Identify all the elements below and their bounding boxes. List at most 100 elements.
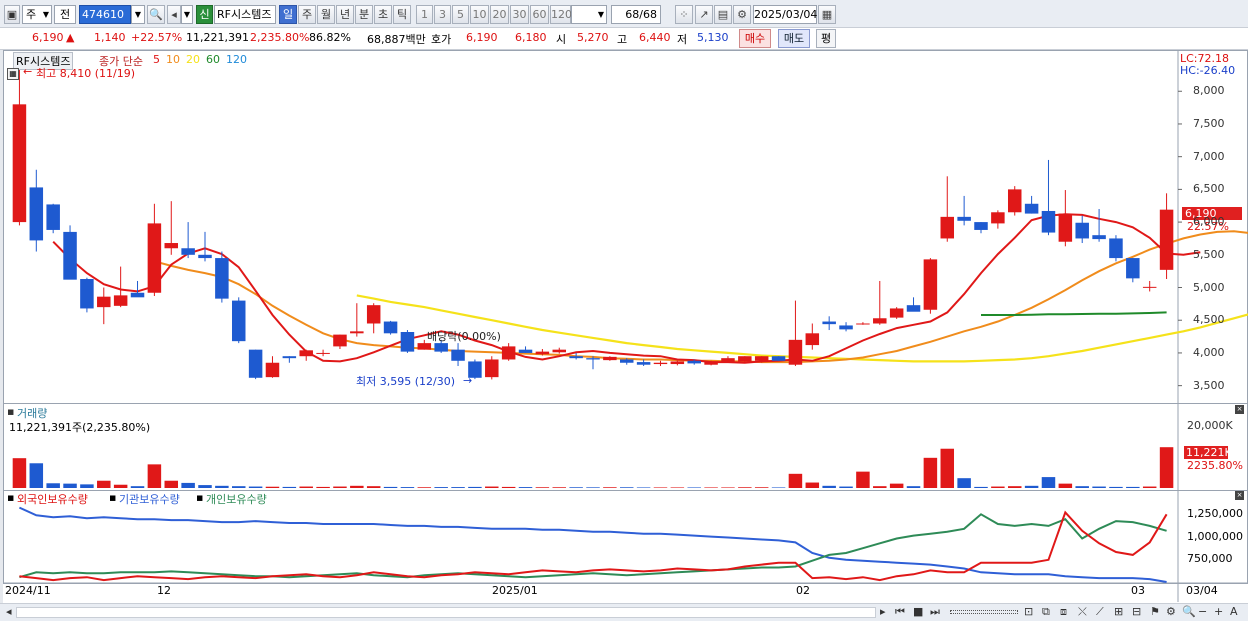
volume-bar bbox=[383, 486, 398, 488]
candle-body bbox=[704, 361, 718, 365]
chart-canvas[interactable] bbox=[3, 50, 1248, 605]
prev-button[interactable]: 전 bbox=[54, 5, 76, 24]
chart-area[interactable]: RF시스템즈 종가 단순 5 10 20 60 120 ▦ ← 최고 8,410 (11… bbox=[3, 50, 1248, 605]
candle-body bbox=[231, 300, 246, 342]
interval-tab[interactable]: 20 bbox=[490, 5, 509, 24]
period-tab[interactable]: 틱 bbox=[393, 5, 411, 24]
window-menu-icon[interactable]: ▣ bbox=[4, 5, 20, 24]
ma-period-label: 20 bbox=[186, 53, 200, 66]
stock-code-input[interactable]: 474610 bbox=[79, 5, 131, 24]
scroll-right-icon[interactable]: ▸ bbox=[880, 605, 886, 618]
stock-name-field[interactable]: RF시스템즈 bbox=[214, 5, 276, 24]
volume-bar bbox=[889, 483, 904, 488]
candle-body bbox=[957, 216, 971, 221]
interval-tab[interactable]: 3 bbox=[434, 5, 451, 24]
candle-body bbox=[1142, 286, 1157, 288]
speaker-icon[interactable]: ◂ bbox=[167, 5, 181, 24]
period-tab[interactable]: 년 bbox=[336, 5, 354, 24]
line-tool-icon[interactable]: ⟋ bbox=[1096, 605, 1104, 619]
copy-icon[interactable]: ⧉ bbox=[1042, 605, 1050, 619]
candle-body bbox=[63, 231, 77, 280]
zoom-slider[interactable] bbox=[950, 610, 1018, 614]
speaker-dropdown-icon[interactable]: ▼ bbox=[181, 5, 193, 24]
price-axis-tick: 8,000 bbox=[1193, 84, 1225, 98]
interval-tab[interactable]: 120 bbox=[550, 5, 572, 24]
volume-bar bbox=[468, 486, 482, 488]
volume-bar bbox=[451, 487, 465, 488]
market-select-value: 주 bbox=[26, 8, 37, 21]
chevron-down-icon: ▼ bbox=[597, 10, 604, 19]
candle-body bbox=[670, 361, 685, 365]
buy-button[interactable]: 매수 bbox=[739, 29, 771, 48]
volume-pct: 2,235.80% bbox=[250, 31, 310, 44]
volume-bar bbox=[856, 471, 870, 488]
current-price: 6,190 bbox=[32, 31, 64, 44]
candle-body bbox=[1041, 210, 1056, 233]
compare-icon[interactable]: ⊟ bbox=[1132, 605, 1141, 618]
close-panel-icon[interactable]: × bbox=[1235, 491, 1244, 500]
layout-icon[interactable]: ⊡ bbox=[1024, 605, 1033, 618]
candle-body bbox=[97, 296, 111, 308]
volume-bar bbox=[721, 487, 735, 488]
volume-bar bbox=[619, 487, 634, 488]
grid-icon[interactable]: ⊞ bbox=[1114, 605, 1123, 618]
zoom-in-icon[interactable]: + bbox=[1214, 605, 1223, 618]
volume-bar bbox=[198, 485, 212, 488]
stop-icon[interactable]: ■ bbox=[913, 605, 923, 618]
calendar-icon[interactable]: ▦ bbox=[7, 68, 19, 80]
count-field[interactable]: 68/68 bbox=[611, 5, 661, 24]
font-size-icon[interactable]: A bbox=[1230, 605, 1238, 618]
market-select[interactable]: 주 ▼ bbox=[22, 5, 52, 24]
volume-bar bbox=[248, 486, 263, 488]
interval-tab[interactable]: 5 bbox=[452, 5, 469, 24]
draw-tool-icon[interactable]: ↗ bbox=[695, 5, 713, 24]
search-icon[interactable]: 🔍 bbox=[147, 5, 165, 24]
up-arrow-icon: ▲ bbox=[66, 31, 75, 44]
volume-bar bbox=[12, 458, 27, 488]
scrollbar-track[interactable] bbox=[16, 607, 876, 618]
interval-select[interactable]: ▼ bbox=[571, 5, 607, 24]
fast-forward-icon[interactable]: ⏭ bbox=[930, 605, 940, 619]
interval-tab[interactable]: 1 bbox=[416, 5, 433, 24]
date-field[interactable]: 2025/03/04 bbox=[753, 5, 817, 24]
dividend-note: 배당락(0.00%) bbox=[427, 330, 501, 343]
chart-window: ▣ 주 ▼ 전 474610 ▼ 🔍 ◂ ▼ 신 RF시스템즈 일주월년분초틱 … bbox=[0, 0, 1248, 621]
volume-bar bbox=[181, 482, 195, 488]
period-tab[interactable]: 월 bbox=[317, 5, 335, 24]
legend-institution: 기관보유수량 bbox=[119, 493, 180, 506]
gear-icon[interactable]: ⚙ bbox=[733, 5, 751, 24]
calendar-icon[interactable]: ▦ bbox=[818, 5, 836, 24]
rewind-icon[interactable]: ⏮ bbox=[895, 605, 905, 619]
save-icon[interactable]: ▤ bbox=[714, 5, 732, 24]
period-tab[interactable]: 분 bbox=[355, 5, 373, 24]
volume-bar bbox=[1142, 486, 1157, 488]
period-tab[interactable]: 주 bbox=[298, 5, 316, 24]
interval-tab[interactable]: 10 bbox=[470, 5, 489, 24]
magnify-icon[interactable]: 🔍 bbox=[1182, 605, 1196, 618]
candle-body bbox=[687, 360, 701, 364]
settings-icon[interactable]: ⚙ bbox=[1166, 605, 1176, 618]
period-tab[interactable]: 일 bbox=[279, 5, 297, 24]
price-axis-tick: 6,500 bbox=[1193, 182, 1225, 196]
sell-button[interactable]: 매도 bbox=[778, 29, 810, 48]
volume-bar bbox=[569, 487, 583, 488]
legend-individual: 개인보유수량 bbox=[206, 493, 267, 506]
volume-bar bbox=[1075, 486, 1089, 488]
interval-tab[interactable]: 30 bbox=[510, 5, 529, 24]
candle-body bbox=[1159, 209, 1174, 270]
legend-foreign: 외국인보유수량 bbox=[17, 493, 88, 506]
zoom-out-icon[interactable]: − bbox=[1198, 605, 1207, 618]
zoom-icon[interactable]: ⁘ bbox=[675, 5, 693, 24]
close-panel-icon[interactable]: × bbox=[1235, 405, 1244, 414]
interval-tab[interactable]: 60 bbox=[530, 5, 549, 24]
code-dropdown-icon[interactable]: ▼ bbox=[131, 5, 145, 24]
average-button[interactable]: 평 bbox=[816, 29, 836, 48]
flag-icon[interactable]: ⚑ bbox=[1150, 605, 1160, 618]
period-tab[interactable]: 초 bbox=[374, 5, 392, 24]
volume-bar bbox=[29, 463, 44, 488]
cross-line-icon[interactable]: ⤬ bbox=[1078, 605, 1087, 619]
volume-bar bbox=[805, 482, 820, 488]
candle-body bbox=[873, 318, 887, 324]
split-icon[interactable]: ⧈ bbox=[1060, 605, 1067, 619]
scroll-left-icon[interactable]: ◂ bbox=[6, 605, 12, 618]
